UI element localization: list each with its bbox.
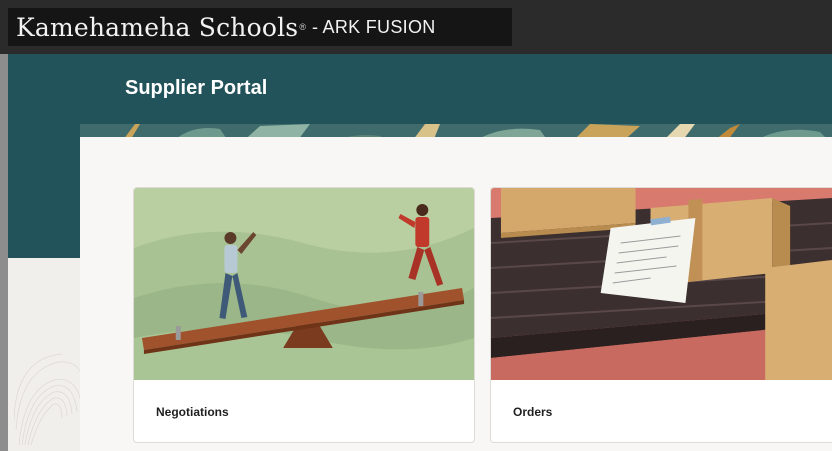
negotiations-card[interactable]: Negotiations <box>133 187 475 443</box>
page-title: Supplier Portal <box>125 77 268 99</box>
top-bar: Kamehameha Schools ® - ARK FUSION <box>0 0 832 54</box>
brand-logo[interactable]: Kamehameha Schools ® - ARK FUSION <box>8 8 512 46</box>
brand-registered-mark: ® <box>299 22 306 32</box>
card-label-orders: Orders <box>513 405 553 419</box>
brand-name: Kamehameha Schools <box>16 12 299 42</box>
fingerprint-pattern-icon <box>14 353 84 446</box>
conveyor-boxes-illustration-icon <box>491 188 832 380</box>
seesaw-illustration-icon <box>134 188 474 380</box>
window-edge <box>0 0 8 451</box>
card-label-negotiations: Negotiations <box>156 405 229 419</box>
orders-card[interactable]: Orders <box>490 187 832 443</box>
brand-suffix: - ARK FUSION <box>311 16 436 37</box>
